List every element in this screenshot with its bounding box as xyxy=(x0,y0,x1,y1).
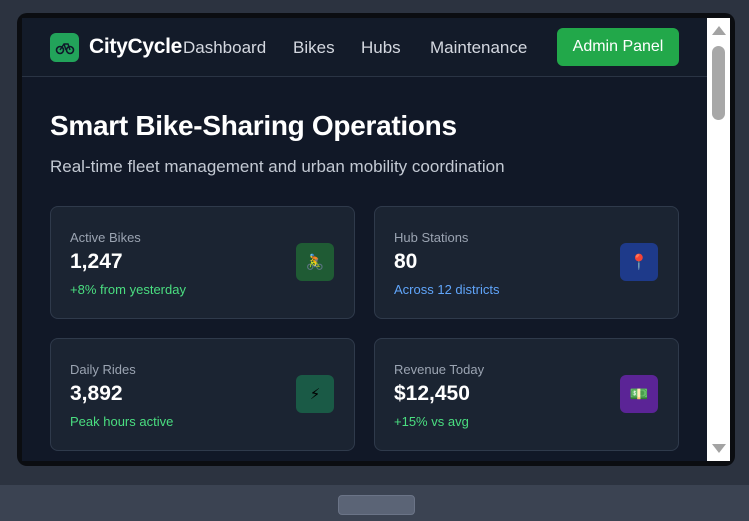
scroll-thumb[interactable] xyxy=(712,46,725,120)
stat-value: 80 xyxy=(394,250,418,273)
stat-label: Revenue Today xyxy=(394,362,485,377)
cyclist-icon: 🚴 xyxy=(296,243,334,281)
stat-value: $12,450 xyxy=(394,382,470,405)
page-subtitle: Real-time fleet management and urban mob… xyxy=(50,157,505,176)
stat-note: +8% from yesterday xyxy=(70,282,186,297)
nav-link-maintenance[interactable]: Maintenance xyxy=(430,38,527,58)
stat-card-daily-rides[interactable]: Daily Rides 3,892 Peak hours active ⚡ xyxy=(50,338,355,451)
stat-note: +15% vs avg xyxy=(394,414,469,429)
laptop-frame: CityCycle Dashboard Bikes Hubs Maintenan… xyxy=(0,0,749,521)
stat-label: Daily Rides xyxy=(70,362,136,377)
stat-value: 3,892 xyxy=(70,382,123,405)
money-icon: 💵 xyxy=(620,375,658,413)
vertical-scrollbar[interactable] xyxy=(707,18,730,461)
admin-panel-button[interactable]: Admin Panel xyxy=(557,28,679,66)
stat-value: 1,247 xyxy=(70,250,123,273)
nav-link-bikes[interactable]: Bikes xyxy=(293,38,335,58)
stat-card-active-bikes[interactable]: Active Bikes 1,247 +8% from yesterday 🚴 xyxy=(50,206,355,319)
brand-name[interactable]: CityCycle xyxy=(89,35,182,59)
stat-note: Peak hours active xyxy=(70,414,174,429)
stat-card-revenue-today[interactable]: Revenue Today $12,450 +15% vs avg 💵 xyxy=(374,338,679,451)
stat-card-hub-stations[interactable]: Hub Stations 80 Across 12 districts 📍 xyxy=(374,206,679,319)
laptop-base xyxy=(0,485,749,521)
stat-label: Hub Stations xyxy=(394,230,469,245)
bike-icon-graphic xyxy=(55,42,74,54)
trackpad-notch xyxy=(338,495,415,515)
pin-icon: 📍 xyxy=(620,243,658,281)
nav-link-dashboard[interactable]: Dashboard xyxy=(183,38,266,58)
stat-label: Active Bikes xyxy=(70,230,141,245)
top-navbar: CityCycle Dashboard Bikes Hubs Maintenan… xyxy=(22,18,707,77)
nav-link-hubs[interactable]: Hubs xyxy=(361,38,401,58)
browser-viewport: CityCycle Dashboard Bikes Hubs Maintenan… xyxy=(22,18,707,461)
lightning-icon: ⚡ xyxy=(296,375,334,413)
scroll-up-arrow-icon[interactable] xyxy=(712,26,726,35)
scroll-down-arrow-icon[interactable] xyxy=(712,444,726,453)
stat-note: Across 12 districts xyxy=(394,282,500,297)
page-title: Smart Bike-Sharing Operations xyxy=(50,110,457,141)
bike-icon[interactable] xyxy=(50,33,79,62)
